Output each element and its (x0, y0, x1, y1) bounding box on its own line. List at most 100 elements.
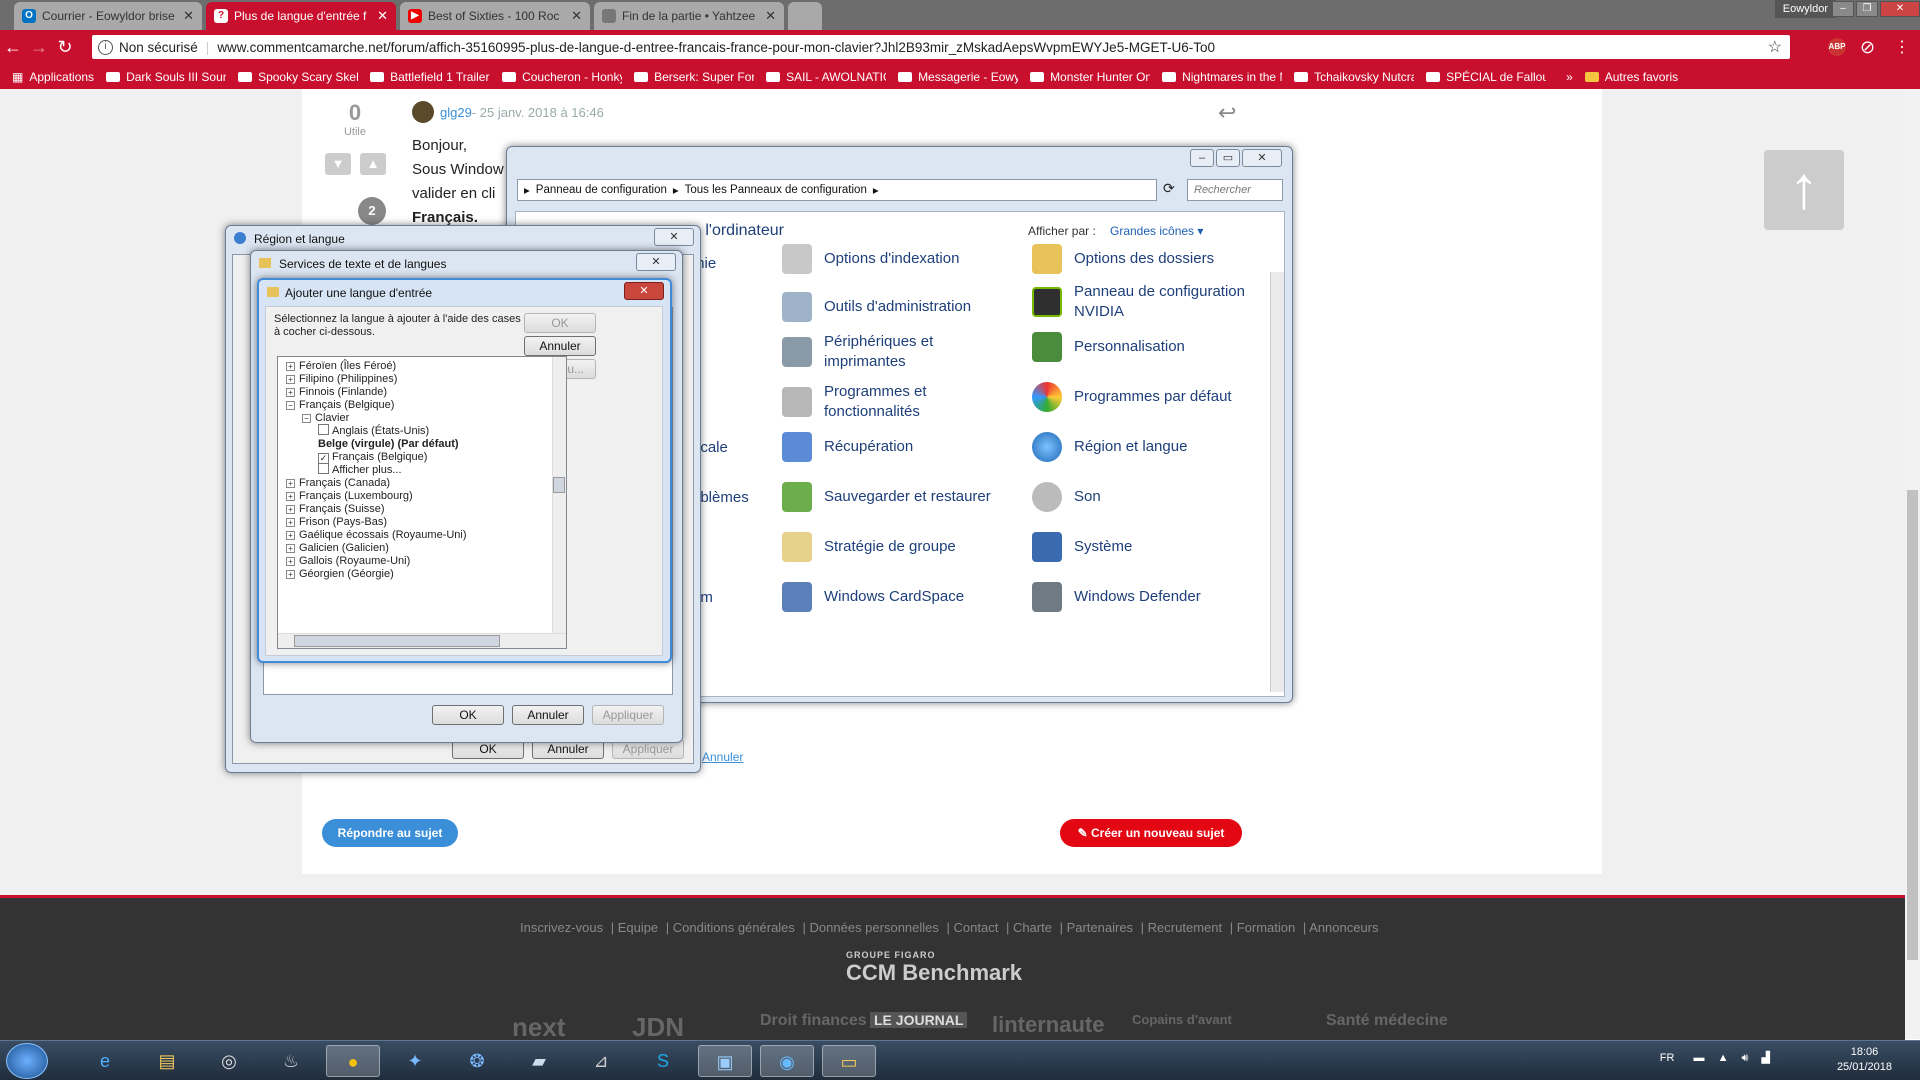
partner-logo[interactable]: linternaute (992, 1012, 1104, 1038)
tree-hscroll-thumb[interactable] (294, 635, 500, 647)
tree-item[interactable]: + Géorgien (Géorgie) (286, 567, 394, 582)
language-indicator[interactable]: FR (1660, 1052, 1675, 1064)
collapse-icon[interactable]: − (302, 414, 311, 423)
footer-link[interactable]: Recrutement (1148, 920, 1222, 935)
partner-logo[interactable]: JDN (632, 1012, 684, 1043)
cp-item-devices[interactable]: Périphériques et imprimantes (782, 332, 982, 372)
other-bookmarks[interactable]: Autres favoris (1584, 70, 1678, 84)
partner-logo[interactable]: Droit finances (760, 1012, 867, 1030)
expand-icon[interactable]: + (286, 531, 295, 540)
skype-icon[interactable]: S (636, 1045, 690, 1077)
chrome-icon[interactable]: ● (326, 1045, 380, 1077)
tab-active[interactable]: ? Plus de langue d'entrée f ✕ (206, 2, 396, 30)
expand-icon[interactable]: + (286, 362, 295, 371)
cp-address-bar[interactable]: ▸ Panneau de configuration ▸ Tous les Pa… (517, 179, 1157, 201)
cp-item-backup[interactable]: Sauvegarder et restaurer (782, 482, 991, 512)
maximize-icon[interactable]: ▭ (1216, 149, 1240, 167)
footer-link[interactable]: Partenaires (1067, 920, 1133, 935)
bookmark[interactable]: Coucheron - Honky ( (502, 70, 622, 84)
bookmark[interactable]: Tchaikovsky Nutcrack (1294, 70, 1414, 84)
partner-logo[interactable]: next (512, 1012, 565, 1043)
cp-item-programs[interactable]: Programmes et fonctionnalités (782, 382, 982, 422)
collapse-icon[interactable]: − (286, 401, 295, 410)
tab-courrier[interactable]: O Courrier - Eowyldor brise ✕ (14, 2, 202, 30)
close-icon[interactable]: ✕ (759, 8, 776, 24)
new-tab-button[interactable] (788, 2, 822, 30)
cp-item-indexing[interactable]: Options d'indexation (782, 244, 959, 274)
start-button[interactable] (6, 1043, 48, 1079)
cp-item-region-language[interactable]: Région et langue (1032, 432, 1187, 462)
avatar[interactable] (412, 101, 434, 123)
partner-logo[interactable]: Santé médecine (1326, 1012, 1448, 1030)
refresh-icon[interactable]: ⟳ (1163, 180, 1175, 197)
footer-link[interactable]: Annonceurs (1309, 920, 1378, 935)
app-icon[interactable]: ▰ (512, 1045, 566, 1077)
close-icon[interactable]: ✕ (1242, 149, 1282, 167)
tab-youtube[interactable]: ▶ Best of Sixties - 100 Roc ✕ (400, 2, 590, 30)
address-bar[interactable]: i Non sécurisé | www.commentcamarche.net… (92, 35, 1790, 59)
control-panel-icon[interactable]: ▣ (698, 1045, 752, 1077)
profile-button[interactable]: Eowyldor (1774, 0, 1836, 18)
explorer-icon[interactable]: ▤ (140, 1045, 194, 1077)
cp-scrollbar[interactable] (1270, 272, 1284, 692)
breadcrumb-item[interactable]: Tous les Panneaux de configuration (685, 184, 867, 196)
footer-link[interactable]: Inscrivez-vous (520, 920, 603, 935)
cp-item-folder-options[interactable]: Options des dossiers (1032, 244, 1214, 274)
cancel-button[interactable]: Annuler (512, 705, 584, 725)
clock[interactable]: 18:06 25/01/2018 (1837, 1045, 1892, 1075)
tab-yahtzee[interactable]: Fin de la partie • Yahtzee ✕ (594, 2, 784, 30)
cancel-link[interactable]: Annuler (702, 750, 743, 764)
minimize-icon[interactable]: – (1832, 1, 1854, 17)
footer-link[interactable]: Charte (1013, 920, 1052, 935)
bookmark[interactable]: Monster Hunter Onl (1030, 70, 1150, 84)
cp-item-sound[interactable]: Son (1032, 482, 1101, 512)
footer-link[interactable]: Données personnelles (810, 920, 939, 935)
ccm-logo[interactable]: GROUPE FIGARO CCM Benchmark (846, 950, 1022, 986)
volume-icon[interactable]: 🔊︎ (1742, 1052, 1749, 1064)
back-to-top-icon[interactable]: ↑ (1764, 150, 1844, 230)
cp-item-group-policy[interactable]: Stratégie de groupe (782, 532, 956, 562)
forward-icon[interactable]: → (26, 37, 52, 58)
bookmark[interactable]: Dark Souls III Soundt (106, 70, 226, 84)
close-window-icon[interactable]: ✕ (1880, 1, 1920, 17)
thumbs-up-icon[interactable]: ▲ (360, 153, 386, 175)
footer-link[interactable]: Formation (1237, 920, 1296, 935)
bookmark[interactable]: Battlefield 1 Trailer S (370, 70, 490, 84)
reply-icon[interactable]: ↩ (1218, 100, 1236, 126)
bookmark[interactable]: SAIL - AWOLNATION (766, 70, 886, 84)
close-icon[interactable]: ✕ (177, 8, 194, 24)
block-icon[interactable]: ⊘ (1860, 37, 1875, 58)
cp-item-cardspace[interactable]: Windows CardSpace (782, 582, 964, 612)
language-tree[interactable]: + Féroïen (Îles Féroé) + Filipino (Philippi… (277, 356, 567, 649)
globe-icon[interactable]: ◉ (760, 1045, 814, 1077)
bookmark[interactable]: Messagerie - Eowyld (898, 70, 1018, 84)
network-icon[interactable]: ▟ (1762, 1052, 1770, 1064)
apply-button[interactable]: Appliquer (592, 705, 664, 725)
ie-icon[interactable]: e (78, 1045, 132, 1077)
menu-icon[interactable]: ⋮ (1894, 37, 1910, 57)
partner-logo[interactable]: LE JOURNAL (870, 1012, 968, 1028)
author-name[interactable]: glg29 (440, 105, 472, 120)
reload-icon[interactable]: ↻ (52, 37, 78, 58)
cp-item-system[interactable]: Système (1032, 532, 1132, 562)
footer-link[interactable]: Contact (954, 920, 999, 935)
bookmark-apps[interactable]: ▦ Applications (12, 70, 94, 84)
back-icon[interactable]: ← (0, 37, 26, 58)
cp-item-nvidia[interactable]: Panneau de configuration NVIDIA (1032, 282, 1272, 322)
bookmark[interactable]: SPÉCIAL de Fallout S (1426, 70, 1546, 84)
expand-icon[interactable]: + (286, 518, 295, 527)
new-topic-button[interactable]: ✎ Créer un nouveau sujet (1060, 819, 1242, 847)
cp-item-default-programs[interactable]: Programmes par défaut (1032, 382, 1232, 412)
tree-vscroll-thumb[interactable] (553, 477, 565, 493)
close-icon[interactable]: ✕ (636, 253, 676, 271)
cp-item-defender[interactable]: Windows Defender (1032, 582, 1201, 612)
bookmark[interactable]: Nightmares in the M (1162, 70, 1282, 84)
page-scrollbar-thumb[interactable] (1907, 490, 1918, 960)
cp-item-personalization[interactable]: Personnalisation (1032, 332, 1185, 362)
ok-button[interactable]: OK (524, 313, 596, 333)
close-icon[interactable]: ✕ (371, 8, 388, 24)
keyboard-icon[interactable]: ▭ (822, 1045, 876, 1077)
expand-icon[interactable]: + (286, 492, 295, 501)
app-icon[interactable]: ❂ (450, 1045, 504, 1077)
reply-button[interactable]: Répondre au sujet (322, 819, 458, 847)
